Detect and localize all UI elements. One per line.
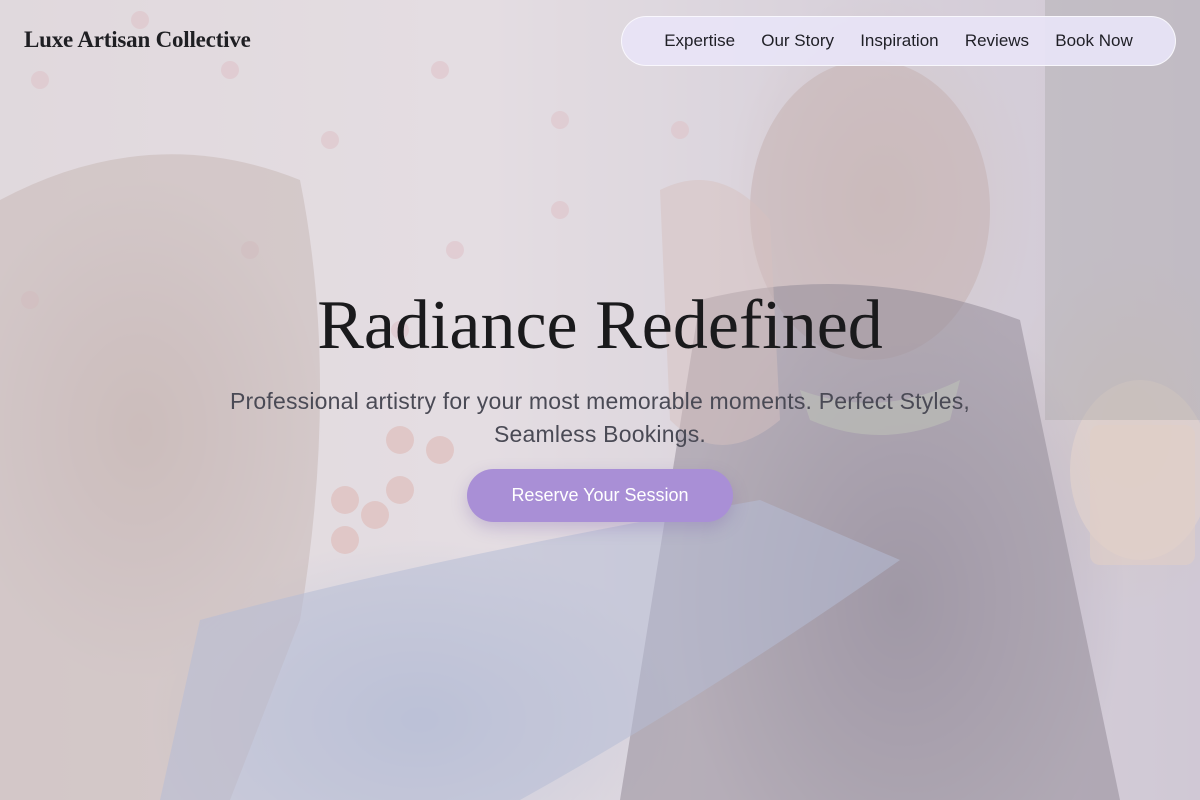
nav-link-reviews[interactable]: Reviews	[965, 31, 1029, 51]
hero-subtitle: Professional artistry for your most memo…	[229, 388, 971, 447]
hero-title: Radiance Redefined	[317, 287, 883, 364]
nav-link-expertise[interactable]: Expertise	[664, 31, 735, 51]
nav-link-our-story[interactable]: Our Story	[761, 31, 834, 51]
nav-link-book-now[interactable]: Book Now	[1055, 31, 1132, 51]
reserve-session-button[interactable]: Reserve Your Session	[467, 469, 733, 522]
nav-link-inspiration[interactable]: Inspiration	[860, 31, 938, 51]
main-navigation: Expertise Our Story Inspiration Reviews …	[621, 16, 1176, 66]
brand-logo[interactable]: Luxe Artisan Collective	[24, 27, 251, 53]
